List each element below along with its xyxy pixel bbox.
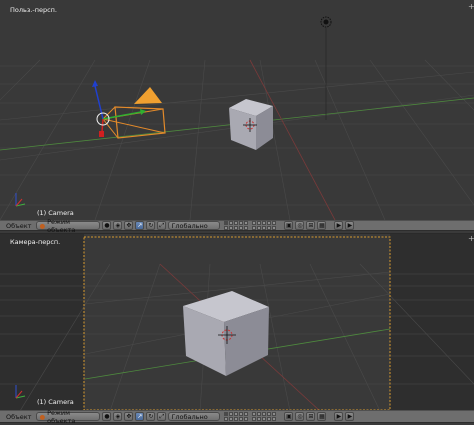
properties-panel-toggle[interactable]: +	[468, 2, 474, 12]
snap-icon: ⊞	[308, 222, 314, 229]
layers-icon[interactable]	[224, 412, 249, 421]
viewport-user-perspective[interactable]: Польз.-персп. (1) Camera +	[0, 0, 474, 220]
scale-manipulator-button[interactable]: ⤢	[157, 221, 167, 230]
viewport-view-label: Польз.-персп.	[10, 6, 57, 14]
render-button[interactable]: ▶	[334, 221, 344, 230]
viewport-scene	[0, 16, 474, 220]
render-icon: ▶	[336, 413, 342, 420]
manipulator-icon: ✥	[126, 222, 132, 229]
render-animation-icon: ▶	[347, 222, 353, 229]
viewport-view-label: Камера-персп.	[10, 238, 61, 246]
scale-icon: ⤢	[159, 412, 165, 420]
scale-manipulator-button[interactable]: ⤢	[157, 412, 167, 421]
cube-icon[interactable]	[229, 99, 273, 150]
viewport-shading-button[interactable]: ●	[102, 412, 112, 421]
pivot-icon: ◈	[115, 222, 121, 229]
shading-sphere-icon: ●	[104, 222, 110, 229]
orientation-dropdown[interactable]: Глобально	[168, 412, 221, 421]
pivot-point-button[interactable]: ◈	[113, 221, 123, 230]
manipulator-toggle-button[interactable]: ✥	[124, 412, 134, 421]
lock-camera-button[interactable]: ▣	[284, 412, 294, 421]
shading-sphere-icon: ●	[104, 413, 110, 420]
object-menu[interactable]: Объект	[3, 222, 34, 230]
snap-element-button[interactable]: ▦	[317, 412, 327, 421]
translate-manipulator-button[interactable]: ↗	[135, 412, 145, 421]
rotate-icon: ↻	[148, 413, 154, 420]
rotate-icon: ↻	[148, 222, 154, 229]
render-animation-button[interactable]: ▶	[345, 412, 355, 421]
layers-group-2[interactable]	[252, 221, 277, 230]
manipulator-toggle-button[interactable]: ✥	[124, 221, 134, 230]
object-mode-icon: ●	[39, 221, 46, 230]
rotate-manipulator-button[interactable]: ↻	[146, 221, 156, 230]
proportional-icon: ◎	[297, 413, 303, 420]
axis-gizmo-icon	[15, 193, 26, 207]
object-mode-icon: ●	[39, 412, 46, 421]
proportional-edit-button[interactable]: ◎	[295, 412, 305, 421]
active-object-label: (1) Camera	[37, 398, 74, 406]
manipulator-icon: ✥	[126, 413, 132, 420]
snap-element-icon: ▦	[319, 222, 325, 229]
snap-element-icon: ▦	[319, 413, 325, 420]
properties-panel-toggle[interactable]: +	[468, 234, 474, 244]
rotate-manipulator-button[interactable]: ↻	[146, 412, 156, 421]
render-animation-icon: ▶	[347, 413, 353, 420]
snap-button[interactable]: ⊞	[306, 221, 316, 230]
viewport-header: Объект ● Режим объекта ● ◈ ✥ ↗ ↻ ⤢ Глоба…	[0, 218, 474, 234]
layers-icon[interactable]	[224, 221, 249, 230]
render-icon: ▶	[336, 222, 342, 229]
mode-dropdown[interactable]: ● Режим объекта	[36, 218, 101, 234]
scale-icon: ⤢	[159, 221, 165, 229]
lock-icon: ▣	[286, 222, 292, 229]
orientation-label: Глобально	[171, 412, 208, 421]
viewport-scene	[0, 234, 474, 411]
arrow-icon: ↗	[137, 413, 143, 420]
proportional-edit-button[interactable]: ◎	[295, 221, 305, 230]
mode-label: Режим объекта	[47, 217, 76, 234]
lock-camera-button[interactable]: ▣	[284, 221, 294, 230]
viewport-shading-button[interactable]: ●	[102, 221, 112, 230]
lock-icon: ▣	[286, 413, 292, 420]
orientation-dropdown[interactable]: Глобально	[168, 221, 221, 230]
pivot-point-button[interactable]: ◈	[113, 412, 123, 421]
layers-group-2[interactable]	[252, 412, 277, 421]
snap-icon: ⊞	[308, 413, 314, 420]
mode-dropdown[interactable]: ● Режим объекта	[36, 409, 101, 425]
viewport-header: Объект ● Режим объекта ● ◈ ✥ ↗ ↻ ⤢ Глоба…	[0, 409, 474, 425]
camera-icon[interactable]	[102, 87, 166, 139]
active-object-label: (1) Camera	[37, 209, 74, 217]
lamp-icon[interactable]	[320, 16, 332, 28]
translate-manipulator-button[interactable]: ↗	[135, 221, 145, 230]
object-menu[interactable]: Объект	[3, 413, 34, 421]
pivot-icon: ◈	[115, 413, 121, 420]
viewport-camera-perspective[interactable]: Камера-персп. (1) Camera +	[0, 233, 474, 411]
arrow-icon: ↗	[137, 222, 143, 229]
snap-button[interactable]: ⊞	[306, 412, 316, 421]
mode-label: Режим объекта	[47, 408, 76, 425]
cube-icon[interactable]	[183, 291, 269, 376]
snap-element-button[interactable]: ▦	[317, 221, 327, 230]
proportional-icon: ◎	[297, 222, 303, 229]
render-button[interactable]: ▶	[334, 412, 344, 421]
render-animation-button[interactable]: ▶	[345, 221, 355, 230]
orientation-label: Глобально	[171, 221, 208, 230]
